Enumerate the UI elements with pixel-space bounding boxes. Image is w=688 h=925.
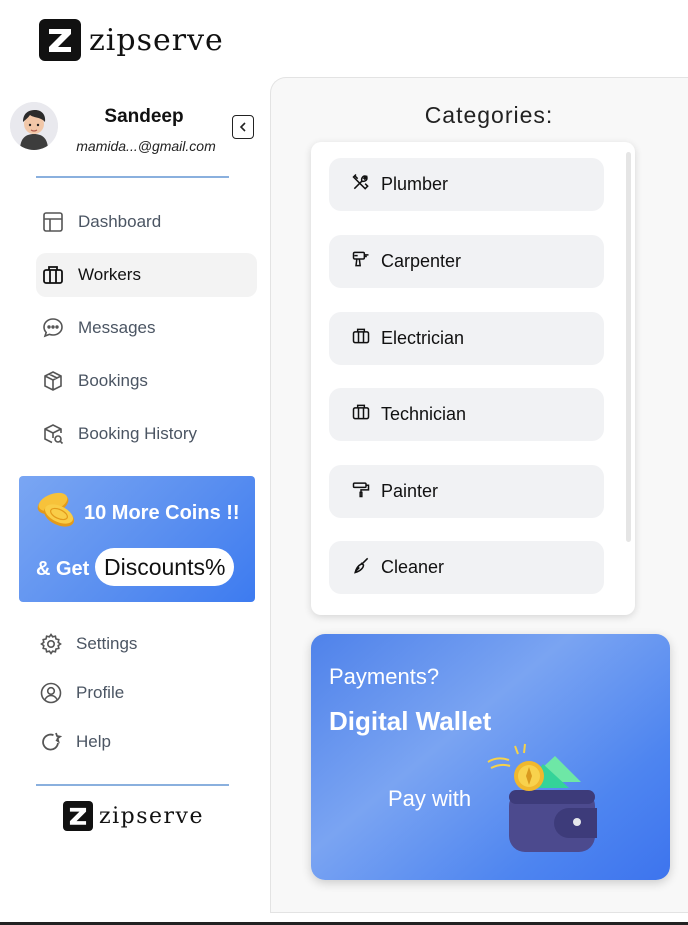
wallet-question: Payments? [329, 664, 440, 689]
category-carpenter[interactable]: Carpenter [329, 235, 604, 288]
user-circle-icon [38, 680, 64, 706]
sidebar: Sandeep mamida...@gmail.com Dashboard Wo… [0, 80, 270, 925]
promo-headline: 10 More Coins !! [84, 502, 240, 524]
promo-subline: & Get [36, 558, 90, 580]
wallet-title: Digital Wallet [329, 706, 492, 736]
category-plumber[interactable]: Plumber [329, 158, 604, 211]
main-panel: Categories: Plumber Carpenter Electricia… [270, 77, 688, 913]
sidebar-secondary-nav: Settings Profile Help [34, 622, 255, 769]
profile-card: Sandeep mamida...@gmail.com [10, 102, 260, 162]
coins-promo-banner[interactable]: 10 More Coins !! & Get Discounts% [19, 476, 255, 602]
sidebar-item-help[interactable]: Help [34, 720, 255, 764]
category-label: Electrician [381, 328, 465, 348]
sidebar-divider-top [36, 176, 229, 178]
sidebar-item-label: Help [76, 732, 111, 751]
categories-title: Categories: [424, 102, 554, 128]
broom-icon [351, 555, 371, 580]
briefcase-icon [351, 402, 371, 427]
sidebar-item-label: Settings [76, 634, 138, 653]
top-logo[interactable]: zipserve [39, 19, 224, 61]
category-electrician[interactable]: Electrician [329, 312, 604, 365]
sidebar-item-label: Messages [78, 318, 156, 337]
sidebar-item-settings[interactable]: Settings [34, 622, 255, 666]
profile-email: mamida...@gmail.com [76, 138, 216, 154]
sidebar-item-label: Booking History [78, 424, 198, 443]
category-label: Painter [381, 481, 439, 501]
gear-icon [38, 631, 64, 657]
sidebar-item-label: Profile [76, 683, 125, 702]
collapse-sidebar-button[interactable] [232, 115, 254, 139]
sidebar-item-profile[interactable]: Profile [34, 671, 255, 715]
sidebar-item-label: Dashboard [78, 212, 162, 231]
package-icon [40, 368, 66, 394]
brand-name: zipserve [99, 803, 204, 829]
pay-with-text[interactable]: Pay with [388, 786, 471, 812]
sidebar-item-messages[interactable]: Messages [36, 306, 257, 350]
category-label: Carpenter [381, 251, 462, 271]
drill-icon [351, 249, 371, 274]
bottom-logo[interactable]: zipserve [63, 801, 204, 831]
sidebar-item-label: Workers [78, 265, 141, 284]
logo-mark-icon [63, 801, 93, 831]
avatar[interactable] [10, 102, 58, 150]
logo-mark-icon [39, 19, 81, 61]
package-search-icon [40, 421, 66, 447]
category-label: Plumber [381, 174, 449, 194]
tools-icon [351, 172, 371, 197]
sidebar-item-bookings[interactable]: Bookings [36, 359, 257, 403]
paint-roller-icon [351, 479, 371, 504]
sidebar-divider-bottom [36, 784, 229, 786]
sidebar-item-workers[interactable]: Workers [36, 253, 257, 297]
category-label: Cleaner [381, 557, 445, 577]
help-refresh-icon [38, 729, 64, 755]
profile-name: Sandeep [104, 106, 184, 127]
categories-scrollbar[interactable] [626, 152, 631, 542]
category-cleaner[interactable]: Cleaner [329, 541, 604, 594]
sidebar-item-dashboard[interactable]: Dashboard [36, 200, 257, 244]
chevron-left-icon [239, 122, 246, 132]
categories-list: Plumber Carpenter Electrician Technician… [311, 142, 635, 615]
layout-icon [40, 209, 66, 235]
chat-icon [40, 315, 66, 341]
sidebar-nav: Dashboard Workers Messages Bookings Book… [36, 200, 257, 465]
category-label: Technician [381, 404, 467, 424]
briefcase-icon [351, 326, 371, 351]
brand-name: zipserve [89, 22, 224, 58]
digital-wallet-card[interactable]: Payments? Digital Wallet Pay with [311, 634, 670, 880]
sidebar-item-label: Bookings [78, 371, 148, 390]
category-technician[interactable]: Technician [329, 388, 604, 441]
wallet-icon [485, 742, 605, 862]
coins-icon [33, 490, 79, 535]
category-painter[interactable]: Painter [329, 465, 604, 518]
sidebar-item-booking-history[interactable]: Booking History [36, 412, 257, 456]
discounts-pill[interactable]: Discounts% [95, 548, 235, 586]
briefcase-icon [40, 262, 66, 288]
